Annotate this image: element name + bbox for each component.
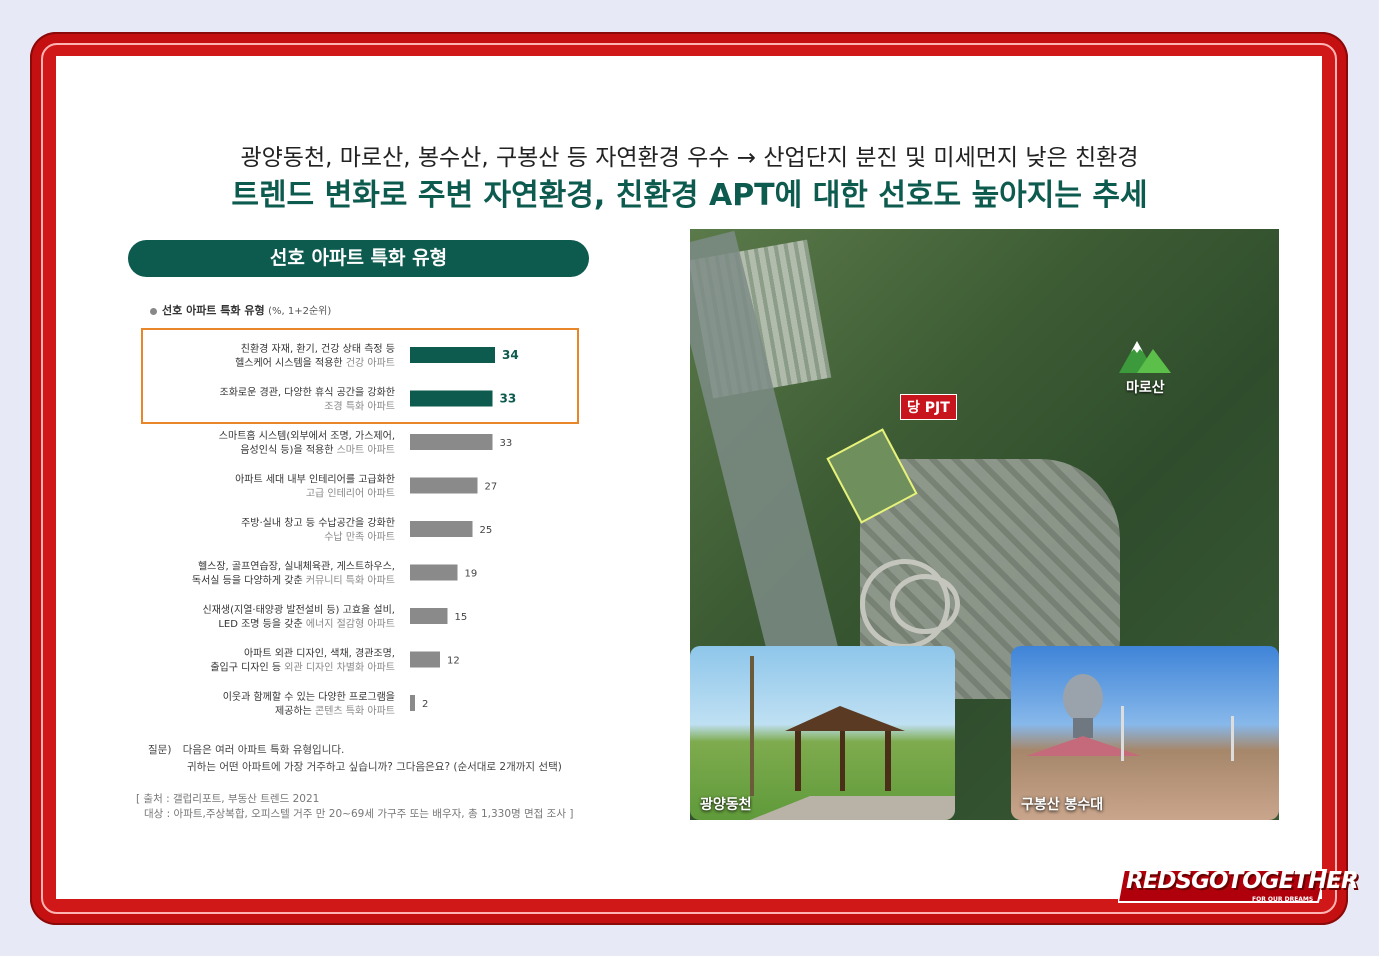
bar [410,651,440,668]
section-title-pill: 선호 아파트 특화 유형 [128,240,589,277]
source-note: [ 출처 : 갤럽리포트, 부동산 트렌드 2021 대상 : 아파트,주상복합… [136,792,573,822]
road-loop [890,574,960,634]
legend-bullet-icon [150,307,157,315]
photo1-label: 광양동천 [700,797,752,813]
slide-headline: 트렌드 변화로 주변 자연환경, 친환경 APT에 대한 선호도 높아지는 추세 [231,178,1148,213]
bar [410,434,493,450]
bar-value-label: 25 [480,525,493,536]
bar-label-line2: 조경 특화 아파트 [324,400,395,413]
question-label: 질문) [148,744,172,756]
photo-gwangyang-dongcheon: 광양동천 [690,646,955,820]
chart-legend: 선호 아파트 특화 유형 (%, 1+2순위) [150,302,331,318]
mountain-label: 마로산 [1126,380,1165,396]
bar-label-line1: 조화로운 경관, 다양한 휴식 공간을 강화한 [220,386,395,399]
bar-label-line2: LED 조명 등을 갖춘 에너지 절감형 아파트 [218,617,395,630]
bar-label-line1: 헬스장, 골프연습장, 실내체육관, 게스트하우스, [198,560,395,573]
photo2-label: 구봉산 봉수대 [1021,797,1104,813]
legend-note: (%, 1+2순위) [268,306,332,317]
question-line2: 귀하는 어떤 아파트에 가장 거주하고 싶습니까? 그다음은요? (순서대로 2… [187,761,562,773]
bar [410,390,493,407]
source-line1: [ 출처 : 갤럽리포트, 부동산 트렌드 2021 [136,793,320,805]
bar-label-line1: 스마트홈 시스템(외부에서 조명, 가스제어, [219,429,395,442]
bar-label-line1: 아파트 외관 디자인, 색채, 경관조명, [244,647,395,660]
bar-label-line1: 친환경 자재, 환기, 건강 상태 측정 등 [241,342,395,355]
bar-label-line2: 제공하는 콘텐츠 특화 아파트 [275,704,395,717]
bar-label-line2: 헬스케어 시스템을 적용한 건강 아파트 [235,357,395,369]
photo-gubongsan-beacon: 구봉산 봉수대 [1011,646,1279,820]
bar-label-line1: 주방·실내 창고 등 수납공간을 강화한 [241,517,395,529]
project-tag: 당 PJT [900,394,957,420]
preference-bar-chart: 친환경 자재, 환기, 건강 상태 측정 등헬스케어 시스템을 적용한 건강 아… [192,342,519,717]
bar [410,347,495,363]
bar-label-line1: 이웃과 함께할 수 있는 다양한 프로그램을 [223,691,395,703]
bar [410,477,478,494]
bar-label-line2: 음성인식 등)을 적용한 스마트 아파트 [240,444,395,456]
source-line2: 대상 : 아파트,주상복합, 오피스텔 거주 만 20~69세 가구주 또는 배… [144,808,574,820]
bar-label-line2: 독서실 등을 다양하게 갖춘 커뮤니티 특화 아파트 [192,574,395,587]
slide-subtitle: 광양동천, 마로산, 봉수산, 구봉산 등 자연환경 우수 → 산업단지 분진 … [240,145,1139,171]
bar [410,695,415,711]
bar-label-line2: 수납 만족 아파트 [324,531,395,543]
mountain-icon [1119,341,1171,373]
bar [410,521,473,537]
question-block: 질문) 다음은 여러 아파트 특화 유형입니다. [148,742,344,757]
bar-value-label: 33 [500,438,513,449]
question-line1: 다음은 여러 아파트 특화 유형입니다. [182,744,345,756]
bar-value-label: 34 [502,348,519,362]
bar-value-label: 33 [500,392,517,406]
bar-value-label: 27 [485,482,498,493]
bar-label-line1: 아파트 세대 내부 인테리어를 고급화한 [235,474,395,486]
bar-value-label: 12 [447,656,460,667]
aerial-map: 당 PJT 마로산 광양동천 구봉산 봉수대 [690,229,1279,820]
reds-go-together-logo: REDSGOTOGETHER FOR OUR DREAMS [1118,866,1359,908]
bar [410,564,458,581]
bar [410,608,448,624]
bar-label-line1: 신재생(지열·태양광 발전설비 등) 고효율 설비, [203,604,395,616]
bar-label-line2: 출입구 디자인 등 외관 디자인 차별화 아파트 [210,661,395,674]
logo-subtext: FOR OUR DREAMS [1252,896,1314,903]
legend-label: 선호 아파트 특화 유형 [162,304,265,317]
bar-value-label: 19 [465,569,478,580]
bar-value-label: 2 [422,699,428,710]
logo-text: REDSGOTOGETHER [1126,868,1359,894]
bar-label-line2: 고급 인테리어 아파트 [306,488,395,500]
bar-value-label: 15 [455,612,468,623]
